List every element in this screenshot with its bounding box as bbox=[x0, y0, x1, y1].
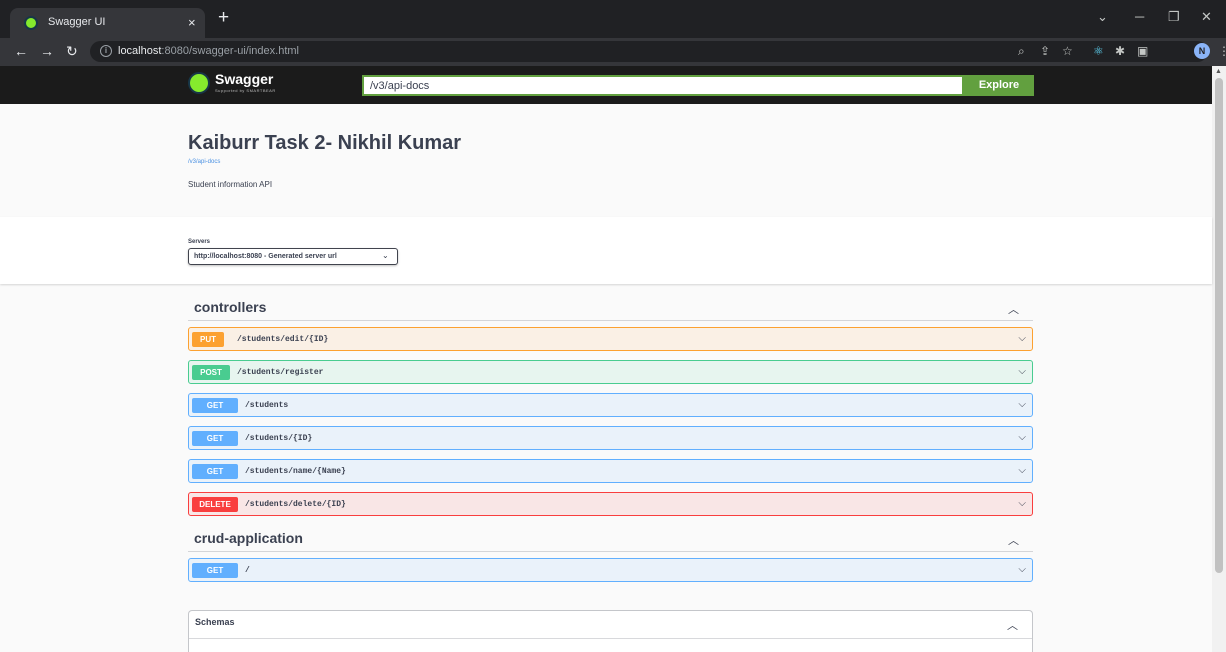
close-window-icon[interactable]: ✕ bbox=[1201, 9, 1212, 25]
api-description: Student information API bbox=[188, 180, 273, 189]
minimize-icon[interactable]: ─ bbox=[1135, 9, 1144, 24]
swagger-favicon-icon bbox=[24, 16, 38, 30]
scroll-up-icon[interactable]: ▲ bbox=[1215, 68, 1222, 75]
api-docs-link[interactable]: /v3/api-docs bbox=[188, 159, 220, 165]
schemas-section: Schemas ︿ bbox=[188, 610, 1033, 652]
op-path: /students/{ID} bbox=[245, 434, 313, 443]
explore-button[interactable]: Explore bbox=[964, 75, 1034, 96]
site-info-icon[interactable]: i bbox=[100, 45, 112, 57]
opblock-get-students[interactable]: GET /students ⌵ bbox=[188, 393, 1033, 417]
api-title: Kaiburr Task 2- Nikhil Kumar bbox=[188, 132, 462, 154]
browser-tab[interactable]: Swagger UI × bbox=[10, 8, 205, 38]
chevron-up-icon[interactable]: ︿ bbox=[1008, 301, 1019, 317]
api-url-input[interactable] bbox=[362, 75, 964, 96]
tab-title: Swagger UI bbox=[48, 16, 106, 28]
chevron-down-icon[interactable]: ⌵ bbox=[1018, 333, 1026, 344]
restore-icon[interactable]: ❐ bbox=[1168, 9, 1180, 25]
profile-avatar[interactable]: N bbox=[1194, 43, 1210, 59]
method-badge: GET bbox=[192, 464, 238, 479]
op-path: /students/name/{Name} bbox=[245, 467, 346, 476]
method-badge: GET bbox=[192, 398, 238, 413]
chevron-down-icon[interactable]: ⌵ bbox=[1018, 399, 1026, 410]
bookmark-star-icon[interactable]: ☆ bbox=[1062, 44, 1073, 58]
op-path: /students/delete/{ID} bbox=[245, 500, 346, 509]
tag-title[interactable]: controllers bbox=[194, 299, 266, 315]
op-path: /students/edit/{ID} bbox=[237, 335, 329, 344]
chevron-down-icon[interactable]: ⌵ bbox=[1018, 432, 1026, 443]
method-badge: GET bbox=[192, 563, 238, 578]
browser-address-bar: ← → ↻ i localhost:8080/swagger-ui/index.… bbox=[0, 38, 1226, 66]
opblock-put-edit-student[interactable]: PUT /students/edit/{ID} ⌵ bbox=[188, 327, 1033, 351]
op-path: / bbox=[245, 566, 250, 575]
swagger-logo-subtext: Supported by SMARTBEAR bbox=[215, 88, 276, 93]
swagger-logo-icon[interactable] bbox=[188, 72, 210, 94]
opblock-get-student-by-id[interactable]: GET /students/{ID} ⌵ bbox=[188, 426, 1033, 450]
tag-header-crud-application[interactable]: crud-application ︿ bbox=[188, 528, 1033, 552]
method-badge: DELETE bbox=[192, 497, 238, 512]
chevron-down-icon[interactable]: ⌵ bbox=[1018, 366, 1026, 377]
reload-icon[interactable]: ↻ bbox=[66, 44, 78, 58]
servers-section: Servers http://localhost:8080 - Generate… bbox=[0, 217, 1212, 284]
side-panel-icon[interactable]: ▣ bbox=[1137, 44, 1148, 58]
tag-title[interactable]: crud-application bbox=[194, 530, 303, 546]
forward-icon[interactable]: → bbox=[40, 44, 54, 58]
url-text[interactable]: localhost:8080/swagger-ui/index.html bbox=[118, 45, 299, 57]
divider bbox=[189, 638, 1032, 639]
api-info-section: Kaiburr Task 2- Nikhil Kumar /v3/api-doc… bbox=[0, 104, 1212, 217]
opblock-post-register[interactable]: POST /students/register ⌵ bbox=[188, 360, 1033, 384]
schemas-title[interactable]: Schemas bbox=[195, 617, 235, 627]
opblock-delete-student[interactable]: DELETE /students/delete/{ID} ⌵ bbox=[188, 492, 1033, 516]
scrollbar-thumb[interactable] bbox=[1215, 78, 1223, 573]
servers-label: Servers bbox=[188, 239, 211, 245]
tag-header-controllers[interactable]: controllers ︿ bbox=[188, 297, 1033, 321]
chevron-down-icon: ⌄ bbox=[382, 251, 389, 260]
method-badge: GET bbox=[192, 431, 238, 446]
zoom-search-icon[interactable]: ⌕ bbox=[1018, 44, 1025, 59]
opblock-get-student-by-name[interactable]: GET /students/name/{Name} ⌵ bbox=[188, 459, 1033, 483]
op-path: /students/register bbox=[237, 368, 324, 377]
back-icon[interactable]: ← bbox=[14, 44, 28, 58]
op-path: /students bbox=[245, 401, 289, 410]
new-tab-button[interactable]: + bbox=[218, 8, 229, 28]
omnibox[interactable]: i localhost:8080/swagger-ui/index.html ⌕… bbox=[90, 41, 1226, 62]
tab-search-dropdown-icon[interactable]: ⌄ bbox=[1097, 9, 1108, 25]
swagger-logo-text[interactable]: Swagger bbox=[215, 71, 273, 87]
chevron-down-icon[interactable]: ⌵ bbox=[1018, 498, 1026, 509]
opblock-get-root[interactable]: GET / ⌵ bbox=[188, 558, 1033, 582]
chevron-up-icon[interactable]: ︿ bbox=[1007, 617, 1018, 633]
chevron-down-icon[interactable]: ⌵ bbox=[1018, 465, 1026, 476]
page-scrollbar[interactable]: ▲ bbox=[1212, 66, 1226, 652]
react-devtools-icon[interactable]: ⚛ bbox=[1093, 44, 1104, 58]
share-icon[interactable]: ⇪ bbox=[1040, 44, 1050, 58]
servers-select[interactable]: http://localhost:8080 - Generated server… bbox=[188, 248, 398, 265]
url-host: localhost bbox=[118, 45, 162, 57]
extensions-icon[interactable]: ✱ bbox=[1115, 44, 1125, 58]
tab-close-icon[interactable]: × bbox=[188, 15, 196, 30]
method-badge: PUT bbox=[192, 332, 224, 347]
chevron-up-icon[interactable]: ︿ bbox=[1008, 532, 1019, 548]
menu-kebab-icon[interactable]: ⋮ bbox=[1218, 44, 1226, 58]
method-badge: POST bbox=[192, 365, 230, 380]
swagger-topbar: Swagger Supported by SMARTBEAR Explore bbox=[0, 66, 1212, 104]
url-path: :8080/swagger-ui/index.html bbox=[161, 45, 299, 57]
chevron-down-icon[interactable]: ⌵ bbox=[1018, 564, 1026, 575]
browser-tab-bar: Swagger UI × + ⌄ ─ ❐ ✕ bbox=[0, 0, 1226, 38]
